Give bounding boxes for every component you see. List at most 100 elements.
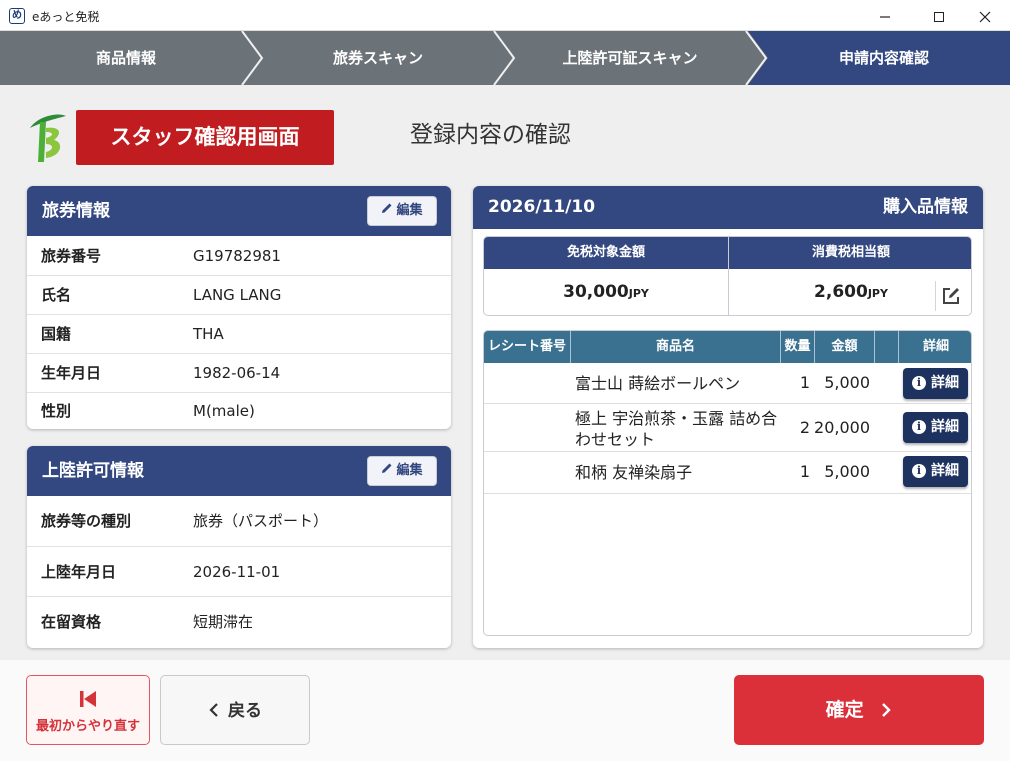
purchase-info-panel: 2026/11/10 購入品情報 免税対象金額 30,000JPY 消費税相当額…	[473, 186, 983, 648]
confirm-button[interactable]: 確定	[734, 675, 984, 745]
table-row: 富士山 蒔絵ボールペン 1 5,000 i 詳細	[484, 363, 971, 404]
restart-button[interactable]: 最初からやり直す	[26, 675, 150, 745]
field-label: 在留資格	[41, 613, 102, 631]
landing-edit-button[interactable]: 編集	[367, 456, 437, 486]
purchase-date: 2026/11/10	[488, 197, 596, 217]
column-detail: 詳細	[898, 331, 971, 363]
pencil-icon	[382, 203, 392, 213]
field-value: 旅券（パスポート）	[193, 512, 329, 530]
back-label: 戻る	[228, 701, 262, 721]
item-detail-button[interactable]: i 詳細	[903, 368, 968, 399]
confirm-label: 確定	[825, 699, 864, 721]
window-title: eあっと免税	[32, 10, 100, 24]
column-receipt-number: レシート番号	[487, 339, 566, 354]
taxfree-amount-number: 30,000	[563, 282, 629, 302]
column-quantity: 数量	[780, 331, 814, 363]
field-label: 旅券番号	[41, 247, 102, 265]
column-blank	[874, 331, 898, 363]
minimize-icon	[880, 15, 890, 18]
edit-label: 編集	[396, 463, 423, 478]
passport-edit-button[interactable]: 編集	[367, 196, 437, 226]
step-landing-permit-scan: 上陸許可証スキャン	[562, 49, 698, 67]
tax-amount-number: 2,600	[814, 282, 868, 302]
field-value: 1982-06-14	[193, 364, 281, 382]
window-titlebar: め eあっと免税	[0, 0, 1010, 31]
item-detail-button[interactable]: i 詳細	[903, 412, 968, 443]
minimize-button[interactable]	[862, 0, 908, 31]
skip-back-icon	[80, 691, 96, 707]
close-icon	[979, 11, 991, 22]
table-row: 極上 宇治煎茶・玉露 詰め合わせセット 2 20,000 i 詳細	[484, 404, 971, 452]
page-title: 登録内容の確認	[410, 122, 571, 148]
field-value: 2026-11-01	[193, 563, 281, 581]
landing-card-title: 上陸許可情報	[42, 461, 144, 481]
passport-card-header: 旅券情報 編集	[27, 186, 451, 236]
edit-tax-button[interactable]	[935, 281, 965, 311]
info-icon: i	[912, 420, 926, 434]
close-button[interactable]	[962, 0, 1008, 31]
field-value: LANG LANG	[193, 286, 282, 304]
item-detail-button[interactable]: i 詳細	[903, 456, 968, 487]
item-amount: 5,000	[824, 373, 870, 392]
step-progress-bar: 商品情報 旅券スキャン 上陸許可証スキャン 申請内容確認	[0, 31, 1010, 85]
purchase-panel-title: 購入品情報	[883, 197, 968, 217]
detail-label: 詳細	[931, 419, 959, 435]
taxfree-amount-label: 免税対象金額	[484, 237, 728, 269]
chevron-left-icon	[209, 703, 218, 717]
field-value: THA	[193, 325, 224, 343]
app-icon: め	[9, 8, 25, 24]
staff-confirm-banner: スタッフ確認用画面	[76, 110, 334, 165]
items-table-header: レシート番号 商品名 数量 金額 詳細	[484, 331, 971, 363]
item-name: 和柄 友禅染扇子	[575, 463, 693, 482]
back-button[interactable]: 戻る	[160, 675, 310, 745]
tax-summary: 免税対象金額 30,000JPY 消費税相当額 2,600JPY	[483, 236, 972, 316]
tax-amount-label: 消費税相当額	[729, 237, 971, 269]
detail-label: 詳細	[931, 463, 959, 479]
item-amount: 20,000	[814, 418, 870, 437]
maximize-button[interactable]	[916, 0, 962, 31]
field-label: 性別	[41, 402, 72, 420]
chevron-right-icon	[882, 703, 892, 717]
taxfree-amount-value: 30,000JPY	[484, 269, 728, 315]
step-application-confirm: 申請内容確認	[838, 49, 929, 67]
info-icon: i	[912, 464, 926, 478]
table-row: 和柄 友禅染扇子 1 5,000 i 詳細	[484, 452, 971, 494]
landing-permit-card: 上陸許可情報 編集 旅券等の種別 旅券（パスポート） 上陸年月日 2026-11…	[27, 446, 451, 648]
brand-logo	[30, 114, 66, 162]
item-quantity: 1	[799, 462, 810, 481]
item-quantity: 1	[799, 373, 810, 392]
landing-row-doc-type: 旅券等の種別 旅券（パスポート）	[27, 496, 451, 547]
field-label: 生年月日	[41, 364, 102, 382]
restart-label: 最初からやり直す	[35, 719, 140, 734]
field-value: 短期滞在	[193, 613, 254, 631]
maximize-icon	[934, 11, 944, 22]
field-label: 国籍	[41, 325, 72, 343]
field-label: 上陸年月日	[41, 563, 117, 581]
edit-label: 編集	[396, 203, 423, 218]
column-amount: 金額	[814, 331, 874, 363]
landing-row-date: 上陸年月日 2026-11-01	[27, 547, 451, 597]
field-value: G19782981	[193, 247, 281, 265]
passport-row-sex: 性別 M(male)	[27, 393, 451, 429]
item-amount: 5,000	[824, 462, 870, 481]
item-name: 極上 宇治煎茶・玉露 詰め合わせセット	[575, 409, 778, 449]
step-product-info: 商品情報	[95, 49, 156, 67]
detail-label: 詳細	[931, 375, 959, 391]
passport-row-birthdate: 生年月日 1982-06-14	[27, 354, 451, 393]
column-product-name: 商品名	[570, 331, 780, 363]
passport-card-title: 旅券情報	[42, 201, 110, 221]
item-name: 富士山 蒔絵ボールペン	[575, 374, 741, 393]
info-icon: i	[912, 376, 926, 390]
landing-card-header: 上陸許可情報 編集	[27, 446, 451, 496]
edit-square-icon	[942, 288, 959, 304]
currency-label: JPY	[628, 287, 649, 300]
passport-row-number: 旅券番号 G19782981	[27, 236, 451, 276]
currency-label: JPY	[867, 287, 888, 300]
step-passport-scan: 旅券スキャン	[332, 49, 423, 67]
field-label: 氏名	[41, 286, 72, 304]
item-quantity: 2	[799, 418, 810, 437]
taxfree-amount-column: 免税対象金額 30,000JPY	[484, 237, 728, 315]
passport-row-name: 氏名 LANG LANG	[27, 276, 451, 315]
pencil-icon	[382, 463, 392, 473]
field-value: M(male)	[193, 402, 255, 420]
